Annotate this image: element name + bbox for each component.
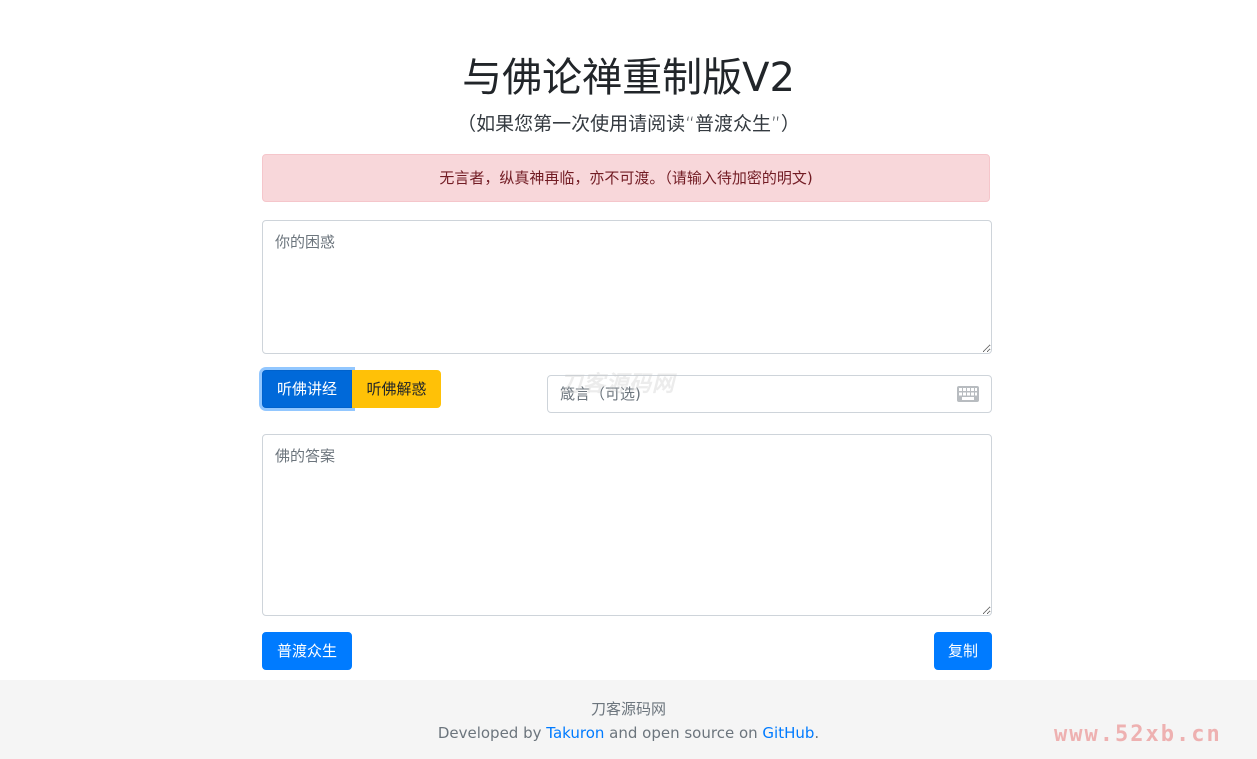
page-subtitle: （如果您第一次使用请阅读“普渡众生”） (457, 113, 800, 135)
status-alert: 无言者，纵真神再临，亦不可渡。（请输入待加密的明文) (262, 154, 990, 202)
plaintext-input[interactable] (262, 220, 992, 354)
decode-button[interactable]: 听佛解惑 (352, 370, 441, 408)
footer-and-text: and open source on (609, 724, 758, 742)
encode-button[interactable]: 听佛讲经 (262, 370, 352, 408)
answer-output[interactable] (262, 434, 992, 616)
footer-credits: Developed by Takuron and open source on … (0, 722, 1257, 744)
page-title: 与佛论禅重制版V2 (462, 55, 795, 101)
copy-button[interactable]: 复制 (934, 632, 992, 670)
author-link[interactable]: Takuron (546, 724, 604, 742)
footer-developed-by: Developed by (437, 724, 542, 742)
key-input[interactable] (548, 376, 948, 412)
help-button[interactable]: 普渡众生 (262, 632, 352, 670)
page: 与佛论禅重制版V2 （如果您第一次使用请阅读“普渡众生”） 无言者，纵真神再临，… (0, 0, 1257, 759)
footer-period: . (814, 724, 820, 742)
footer: 刀客源码网 Developed by Takuron and open sour… (0, 680, 1257, 759)
footer-site-name: 刀客源码网 (590, 700, 666, 718)
keyboard-icon[interactable] (957, 386, 979, 402)
github-link[interactable]: GitHub (762, 724, 814, 742)
key-field (547, 375, 992, 413)
